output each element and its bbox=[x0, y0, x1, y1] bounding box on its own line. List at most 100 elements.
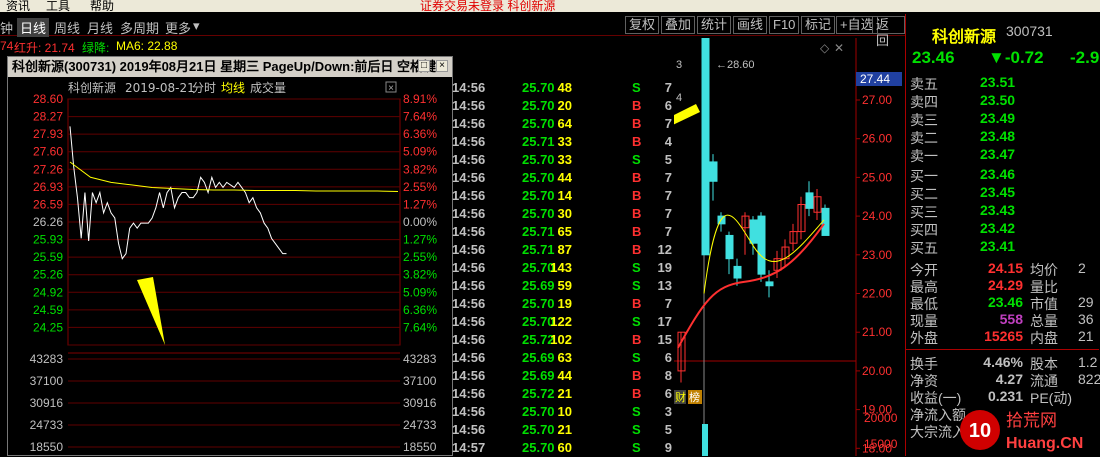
tick-count: 7 bbox=[664, 170, 672, 185]
tick-time: 14:56 bbox=[452, 404, 486, 419]
price-tick-label: 24.92 bbox=[33, 285, 63, 299]
kline-axis-label: 26.00 bbox=[862, 132, 892, 146]
row-label: 卖四 bbox=[910, 94, 938, 110]
tick-price: 25.70 bbox=[522, 80, 555, 95]
stat-row: 外盘 15265 内盘 21 bbox=[908, 328, 1100, 346]
bid-row: 买一 23.46 bbox=[908, 166, 1100, 184]
tick-time: 14:56 bbox=[452, 80, 486, 95]
f10-button[interactable]: F10 bbox=[769, 16, 800, 34]
price-tick-label: 25.93 bbox=[33, 233, 63, 247]
kline-high-label: ←28.60 bbox=[716, 59, 755, 71]
tick-count: 12 bbox=[657, 242, 672, 257]
ma6-label: MA6: 22.88 bbox=[116, 39, 178, 53]
tick-count: 4 bbox=[664, 134, 672, 149]
pct-tick-label: 5.09% bbox=[403, 145, 437, 159]
tick-volume: 33 bbox=[557, 134, 572, 149]
tick-side: S bbox=[632, 152, 641, 167]
tick-volume: 65 bbox=[557, 224, 572, 239]
row-label: 大宗流入 bbox=[910, 424, 966, 440]
tick-count: 9 bbox=[664, 440, 672, 455]
tick-count: 5 bbox=[664, 422, 672, 437]
kline-axis-label: 24.00 bbox=[862, 209, 892, 223]
period-toolbar: 钟 日线 周线 月线 多周期 更多 ▾ 复权 叠加 统计 画线 F10 标记 +… bbox=[0, 14, 905, 48]
tick-time: 14:56 bbox=[452, 422, 486, 437]
menu-item-tools[interactable]: 工具 bbox=[46, 0, 70, 12]
tick-side: B bbox=[632, 134, 642, 149]
tick-side: B bbox=[632, 242, 642, 257]
price-tick-label: 27.93 bbox=[33, 127, 63, 141]
tick-row: 14:56 25.70 143 S 19 bbox=[452, 259, 674, 277]
tick-volume: 60 bbox=[557, 440, 572, 455]
tab-more[interactable]: 更多 bbox=[165, 18, 191, 37]
row-value: 24.15 bbox=[987, 260, 1023, 276]
annotation-arrow bbox=[137, 277, 165, 345]
chevron-down-icon[interactable]: ▾ bbox=[193, 18, 200, 34]
tick-row: 14:56 25.70 44 B 7 bbox=[452, 169, 674, 187]
kline-chart: 27.00 26.00 25.00 24.00 23.00 22.00 21.00 20.00… bbox=[674, 38, 902, 456]
stock-code: 300731 bbox=[1006, 23, 1053, 39]
row-value: 24.29 bbox=[987, 277, 1023, 293]
row-value: 0.231 bbox=[987, 388, 1023, 404]
tick-price: 25.71 bbox=[522, 224, 555, 239]
pct-tick-label: 3.82% bbox=[403, 268, 437, 282]
tick-volume: 48 bbox=[557, 80, 572, 95]
stats-button[interactable]: 统计 bbox=[697, 16, 732, 34]
tick-volume: 14 bbox=[557, 188, 572, 203]
tick-volume: 19 bbox=[557, 296, 572, 311]
menu-item-news[interactable]: 资讯 bbox=[6, 0, 30, 12]
intraday-popup[interactable]: 科创新源(300731) 2019年08月21日 星期三 PageUp/Down… bbox=[7, 56, 453, 456]
tick-price: 25.69 bbox=[522, 368, 555, 383]
tick-side: S bbox=[632, 260, 641, 275]
tick-time: 14:56 bbox=[452, 170, 486, 185]
tab-minute[interactable]: 钟 bbox=[0, 18, 13, 37]
volume-tick-label: 30916 bbox=[30, 396, 64, 410]
candle-body bbox=[749, 219, 758, 244]
watermark-num: 10 bbox=[969, 420, 991, 442]
tab-weekly[interactable]: 周线 bbox=[54, 18, 80, 37]
tick-price: 25.70 bbox=[522, 206, 555, 221]
tab-multi-period[interactable]: 多周期 bbox=[120, 18, 159, 37]
green-fall-label: 绿降: bbox=[82, 41, 110, 55]
tick-count: 7 bbox=[664, 188, 672, 203]
tick-volume: 102 bbox=[550, 332, 572, 347]
tick-row: 14:56 25.71 87 B 12 bbox=[452, 241, 674, 259]
tick-side: S bbox=[632, 350, 641, 365]
row-value: 23.46 bbox=[987, 294, 1023, 310]
tick-count: 19 bbox=[657, 260, 672, 275]
tab-monthly[interactable]: 月线 bbox=[87, 18, 113, 37]
tick-side: S bbox=[632, 404, 641, 419]
tick-volume: 33 bbox=[557, 152, 572, 167]
tick-time: 14:56 bbox=[452, 134, 486, 149]
tick-row: 14:56 25.70 122 S 17 bbox=[452, 313, 674, 331]
mark-button[interactable]: 标记 bbox=[801, 16, 836, 34]
tick-volume: 44 bbox=[557, 170, 572, 185]
menu-item-help[interactable]: 帮助 bbox=[90, 0, 114, 12]
tick-count: 7 bbox=[664, 206, 672, 221]
tab-daily[interactable]: 日线 bbox=[17, 18, 50, 37]
tick-row: 14:56 25.70 21 S 5 bbox=[452, 421, 674, 439]
chart-date: 2019-08-21 bbox=[125, 81, 195, 95]
price-tick-label: 28.27 bbox=[33, 110, 63, 124]
tick-count: 5 bbox=[664, 152, 672, 167]
bid-row: 买四 23.42 bbox=[908, 220, 1100, 238]
overlay-button[interactable]: 叠加 bbox=[661, 16, 696, 34]
price-tick-label: 24.25 bbox=[33, 320, 63, 334]
current-price-tag-text: 27.44 bbox=[860, 72, 890, 86]
tick-time: 14:56 bbox=[452, 260, 486, 275]
adjust-button[interactable]: 复权 bbox=[625, 16, 660, 34]
tick-count: 3 bbox=[664, 404, 672, 419]
draw-button[interactable]: 画线 bbox=[733, 16, 768, 34]
tick-price: 25.69 bbox=[522, 350, 555, 365]
tick-price: 25.70 bbox=[522, 170, 555, 185]
kline-volume-label: 20000 bbox=[864, 411, 898, 425]
price-line bbox=[69, 126, 287, 260]
tick-side: S bbox=[632, 440, 641, 455]
tick-side: B bbox=[632, 170, 642, 185]
tick-time: 14:56 bbox=[452, 296, 486, 311]
bid-row: 买二 23.45 bbox=[908, 184, 1100, 202]
kline-volume-label: 15000 bbox=[864, 437, 898, 451]
volume-tick-label: 43283 bbox=[30, 352, 64, 366]
back-button[interactable]: 返回 bbox=[872, 16, 905, 48]
price-tick-label: 25.26 bbox=[33, 268, 63, 282]
annotation-arrow bbox=[674, 104, 700, 125]
